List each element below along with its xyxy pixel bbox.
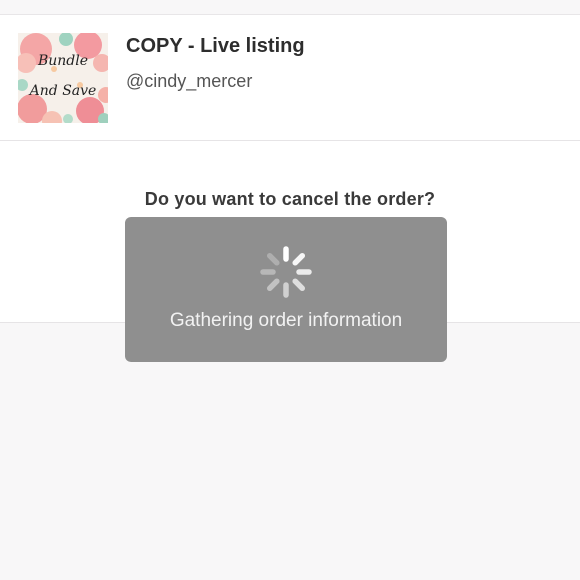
listing-card[interactable]: Bundle And Save COPY - Live listing @cin… bbox=[0, 15, 580, 141]
thumbnail-text-line-2: And Save bbox=[29, 83, 97, 99]
spinner-icon bbox=[260, 246, 312, 298]
floral-background-image bbox=[18, 33, 108, 123]
loading-message: Gathering order information bbox=[169, 310, 403, 331]
thumbnail-text-line-1: Bundle bbox=[37, 53, 89, 69]
loading-overlay: Gathering order information bbox=[125, 217, 447, 362]
top-bar-strip bbox=[0, 0, 580, 15]
cancel-order-question: Do you want to cancel the order? bbox=[144, 189, 436, 209]
listing-thumbnail: Bundle And Save bbox=[18, 33, 108, 123]
listing-title[interactable]: COPY - Live listing bbox=[126, 35, 305, 58]
seller-username[interactable]: @cindy_mercer bbox=[126, 71, 252, 92]
